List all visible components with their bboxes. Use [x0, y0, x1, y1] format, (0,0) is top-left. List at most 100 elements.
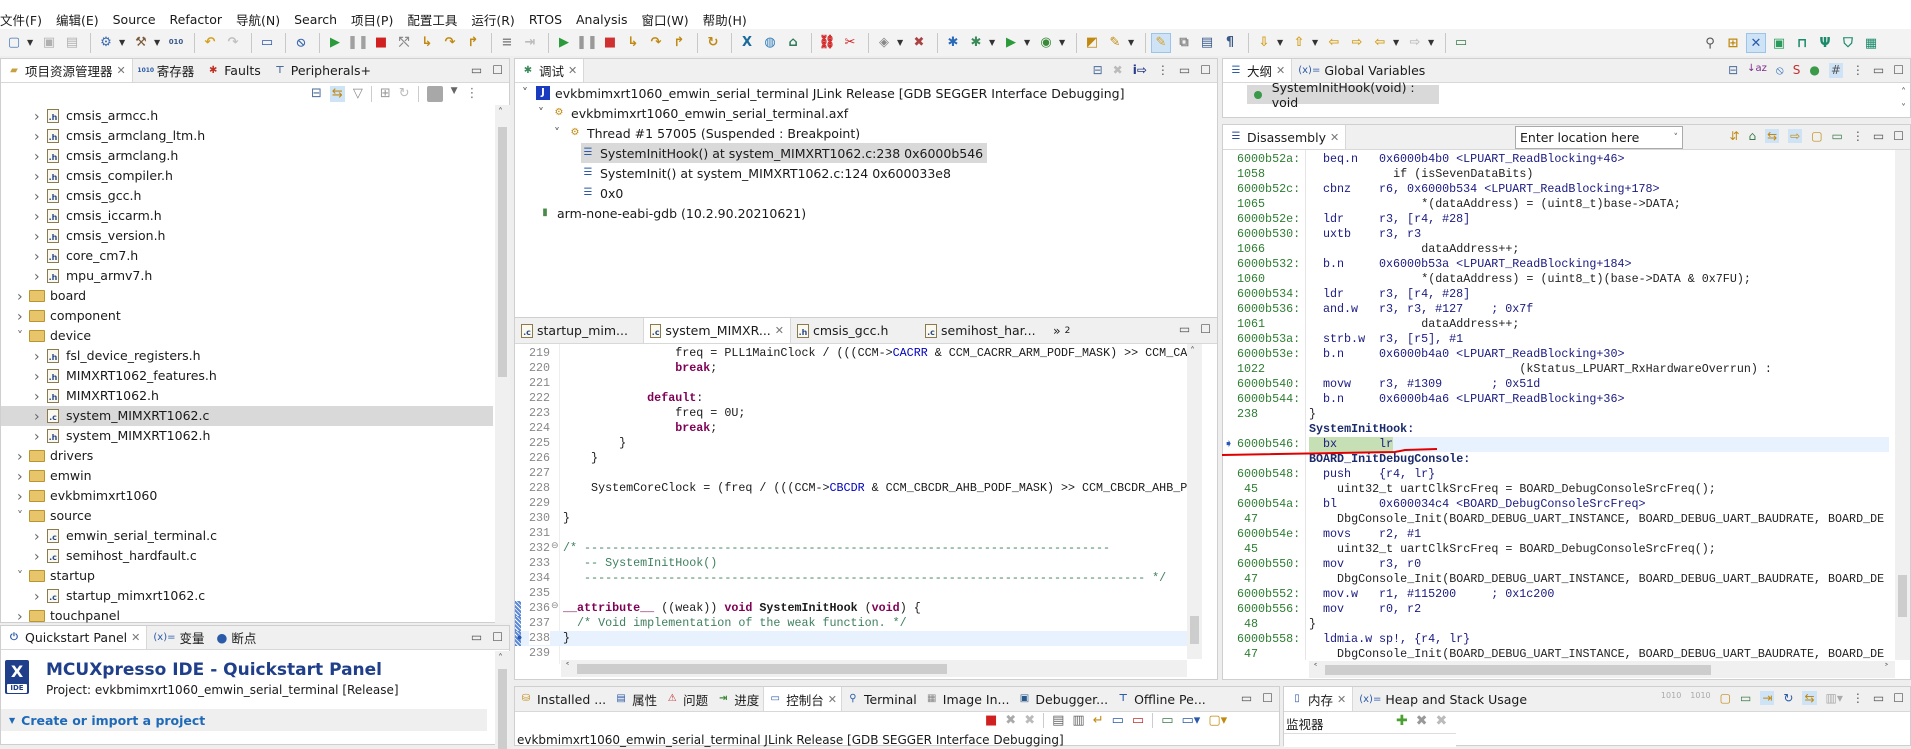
debug-tree-item[interactable]: ☰ SystemInitHook() at system_MIMXRT1062.c… [581, 143, 988, 163]
show-stdout-icon[interactable]: ▭ [1112, 713, 1124, 728]
debug-tree-item[interactable]: ˅ Jevkbmimxrt1060_emwin_serial_terminal J… [522, 83, 1124, 103]
dropdown-arrow-icon[interactable]: ▼ [989, 38, 997, 47]
tree-file[interactable]: › .h cmsis_armclang_ltm.h [1, 126, 493, 146]
tree-file[interactable]: › .c startup_mimxrt1062.c [1, 586, 493, 606]
layout-icon[interactable]: ⊞ [380, 86, 391, 102]
link-icon[interactable]: ⇆ [1802, 691, 1817, 705]
chevron-right-icon[interactable]: › [17, 309, 23, 325]
chip-x-icon[interactable]: ✖ [909, 33, 929, 53]
display-console-icon[interactable]: ▭▾ [1182, 713, 1201, 728]
cut-red-icon[interactable]: ✂ [840, 33, 860, 53]
chevron-right-icon[interactable]: › [17, 449, 23, 465]
terminal-icon[interactable]: ▭ [257, 33, 277, 53]
home-icon[interactable]: ⌂ [1748, 129, 1756, 143]
tree-folder[interactable]: ˅ device [1, 326, 493, 346]
tree-folder[interactable]: ˅ source [1, 506, 493, 526]
maximize-icon[interactable]: ☐ [492, 630, 503, 644]
chevron-right-icon[interactable]: › [34, 529, 40, 545]
debug-tree-item[interactable]: ☰ SystemInit() at system_MIMXRT1062.c:124… [581, 163, 951, 183]
show-stderr-icon[interactable]: ▭ [1132, 713, 1144, 728]
debug-bug-icon[interactable]: ✱ [943, 33, 963, 53]
tree-folder[interactable]: ˅ startup [1, 566, 493, 586]
add-monitor-icon[interactable]: ✚ [1396, 713, 1408, 729]
chevron-right-icon[interactable]: › [17, 489, 23, 505]
terminate-icon[interactable]: ■ [371, 33, 391, 53]
maximize-icon[interactable]: ☐ [1893, 691, 1904, 705]
save-all-icon[interactable]: ▤ [62, 33, 82, 53]
editor-tab[interactable]: .c startup_mim... [515, 318, 643, 343]
dropdown-arrow-icon[interactable]: ▼ [897, 38, 905, 47]
close-icon[interactable]: ✕ [775, 324, 784, 337]
minimize-icon[interactable]: ▭ [1241, 691, 1252, 705]
sort-icon[interactable]: ↓az [1747, 63, 1767, 78]
debug-tree-item[interactable]: ▮ arm-none-eabi-gdb (10.2.90.20210621) [538, 203, 806, 223]
dropdown-arrow-icon[interactable]: ▼ [1393, 38, 1401, 47]
minimize-icon[interactable]: ▭ [1873, 691, 1884, 705]
menu-item[interactable]: 项目(P) [351, 10, 393, 29]
tree-folder[interactable]: › emwin [1, 466, 493, 486]
dropdown-arrow-icon[interactable]: ▼ [1128, 38, 1136, 47]
suspend-icon[interactable]: ❚❚ [347, 33, 369, 53]
tab-memory[interactable]: ▯ 内存 ✕ [1284, 687, 1354, 711]
chevron-right-icon[interactable]: › [34, 189, 40, 205]
dropdown-arrow-icon[interactable]: ▼ [27, 38, 35, 47]
tree-file[interactable]: › .h core_cm7.h [1, 246, 493, 266]
filter-icon[interactable]: ▽ [353, 86, 363, 102]
tab-heap-stack[interactable]: (x)= Heap and Stack Usage [1353, 687, 1533, 711]
prev-annotation-icon[interactable]: ⇧ [1289, 33, 1309, 53]
open-perspective-icon[interactable]: ⊞ [1723, 33, 1743, 53]
dropdown-arrow-icon[interactable]: ▼ [1024, 38, 1032, 47]
layout-icon[interactable]: ▥▾ [1826, 691, 1843, 705]
create-import-section[interactable]: ▼ Create or import a project [1, 709, 487, 731]
chevron-right-icon[interactable]: › [34, 269, 40, 285]
build-config-icon[interactable] [426, 86, 443, 102]
goto-pc-icon[interactable]: ⇵ [1729, 129, 1739, 143]
toggle-icon[interactable]: ⧉ [1174, 33, 1194, 53]
tab-faults[interactable]: ✱ Faults [200, 59, 267, 82]
debug-config-icon[interactable]: ⚙ [96, 33, 116, 53]
drop-frame-icon[interactable]: ⇥ [520, 33, 540, 53]
console-tab[interactable]: ⊤ Offline Pe... [1112, 687, 1210, 711]
view-menu-icon[interactable]: ⋮ [466, 86, 479, 102]
minimize-icon[interactable]: ▭ [471, 630, 482, 644]
location-input[interactable]: Enter location here ˅ [1515, 126, 1683, 149]
console-tab[interactable]: ▦ Image In... [921, 687, 1014, 711]
scroll-lock-icon[interactable]: ▥ [1072, 713, 1084, 728]
tree-file[interactable]: › .h cmsis_iccarm.h [1, 206, 493, 226]
dropdown-arrow-icon[interactable]: ▼ [119, 38, 127, 47]
hide-fields-icon[interactable]: ⦸ [1776, 63, 1784, 78]
chevron-right-icon[interactable]: › [17, 469, 23, 485]
link-with-debug-icon[interactable]: ⇆ [1765, 129, 1780, 143]
view-menu-icon[interactable]: ⋮ [1852, 63, 1864, 78]
minimize-icon[interactable]: ▭ [1179, 63, 1190, 77]
terminate-all-icon[interactable]: ■ [600, 33, 620, 53]
chevron-right-icon[interactable]: › [34, 249, 40, 265]
tree-file[interactable]: › .h cmsis_armclang.h [1, 146, 493, 166]
dropdown-arrow-icon[interactable]: ▼ [154, 38, 162, 47]
menu-item[interactable]: 导航(N) [236, 10, 280, 29]
remove-monitor-icon[interactable]: ✖ [1416, 713, 1428, 729]
chevron-right-icon[interactable]: › [34, 229, 40, 245]
tab-disassembly[interactable]: ☰ Disassembly ✕ [1223, 125, 1347, 149]
menu-item[interactable]: RTOS [529, 12, 562, 27]
sync-source-icon[interactable]: ⇨ [1788, 129, 1803, 143]
open-type-icon[interactable]: ◩ [1082, 33, 1102, 53]
menu-item[interactable]: Refactor [170, 12, 222, 27]
disassembly-vertical-scrollbar[interactable] [1895, 150, 1910, 660]
tree-file[interactable]: › .c system_MIMXRT1062.c [1, 406, 493, 426]
link-with-editor-icon[interactable]: ⇆ [329, 86, 345, 102]
maximize-icon[interactable]: ☐ [1893, 129, 1904, 143]
resume-all-icon[interactable]: ▶ [554, 33, 574, 53]
redo-icon[interactable]: ↷ [223, 33, 243, 53]
last-edit-icon[interactable]: ⇦ [1324, 33, 1344, 53]
tree-file[interactable]: › .h system_MIMXRT1062.h [1, 426, 493, 446]
chevron-down-icon[interactable]: ˅ [17, 509, 23, 523]
tab-peripherals[interactable]: ⊤ Peripherals+ [267, 59, 377, 82]
whitespace-icon[interactable]: ¶ [1220, 33, 1240, 53]
perspective-signal-icon[interactable]: ⊓ [1792, 33, 1812, 53]
remove-all-monitors-icon[interactable]: ✖ [1435, 713, 1447, 729]
globe-icon[interactable]: ◍ [760, 33, 780, 53]
hide-includes-icon[interactable]: # [1828, 63, 1843, 78]
chevron-right-icon[interactable]: › [34, 209, 40, 225]
dropdown-arrow-icon[interactable]: ▼ [1312, 38, 1320, 47]
